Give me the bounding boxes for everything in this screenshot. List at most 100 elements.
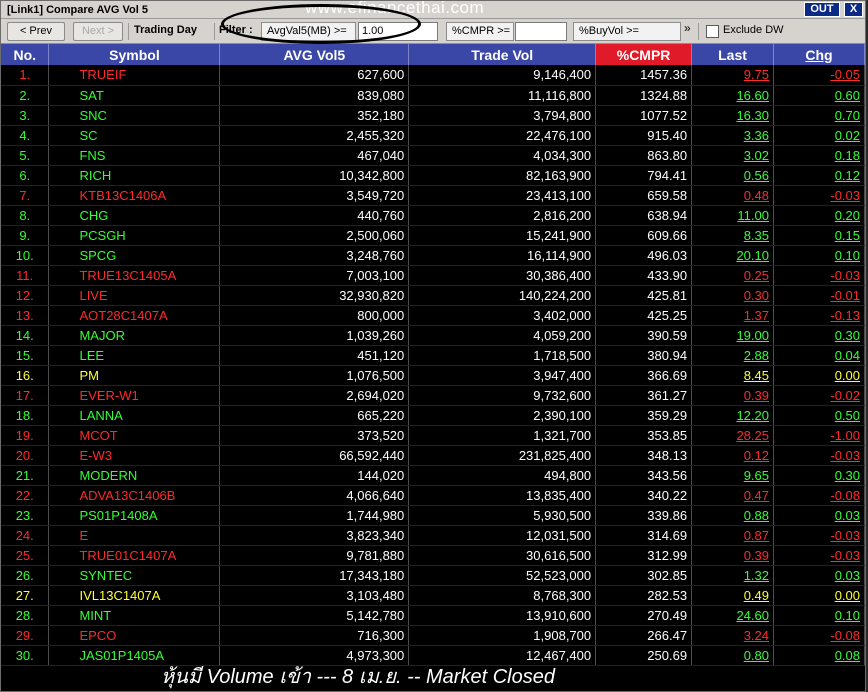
row-last[interactable]: 2.88 [691, 345, 774, 366]
row-chg[interactable]: 0.20 [773, 205, 865, 226]
header-avg-vol5[interactable]: AVG Vol5 [219, 44, 410, 65]
row-last[interactable]: 19.00 [691, 325, 774, 346]
row-symbol[interactable]: KTB13C1406A [48, 185, 221, 206]
table-row[interactable]: 1. TRUEIF 627,600 9,146,400 1457.36 9.75 -0.05 [1, 65, 865, 86]
row-chg[interactable]: -0.08 [773, 625, 865, 646]
table-row[interactable]: 14. MAJOR 1,039,260 4,059,200 390.59 19.00 0.3… [1, 325, 865, 346]
row-chg[interactable]: 0.60 [773, 85, 865, 106]
row-chg[interactable]: 0.08 [773, 645, 865, 666]
table-row[interactable]: 23. PS01P1408A 1,744,980 5,930,500 339.86 0.8… [1, 505, 865, 526]
row-chg[interactable]: 0.04 [773, 345, 865, 366]
row-last[interactable]: 28.25 [691, 425, 774, 446]
row-symbol[interactable]: CHG [48, 205, 221, 226]
table-row[interactable]: 26. SYNTEC 17,343,180 52,523,000 302.85 1.32 0… [1, 565, 865, 586]
row-symbol[interactable]: PM [48, 365, 221, 386]
row-last[interactable]: 16.30 [691, 105, 774, 126]
row-symbol[interactable]: TRUE13C1405A [48, 265, 221, 286]
table-row[interactable]: 21. MODERN 144,020 494,800 343.56 9.65 0.30 [1, 465, 865, 486]
trading-day-label[interactable]: Trading Day [134, 22, 214, 41]
row-last[interactable]: 1.32 [691, 565, 774, 586]
row-symbol[interactable]: EVER-W1 [48, 385, 221, 406]
row-symbol[interactable]: E [48, 525, 221, 546]
table-row[interactable]: 4. SC 2,455,320 22,476,100 915.40 3.36 0.02 [1, 125, 865, 146]
row-last[interactable]: 0.88 [691, 505, 774, 526]
table-row[interactable]: 18. LANNA 665,220 2,390,100 359.29 12.20 0.50 [1, 405, 865, 426]
table-row[interactable]: 11. TRUE13C1405A 7,003,100 30,386,400 433.90… [1, 265, 865, 286]
row-symbol[interactable]: MCOT [48, 425, 221, 446]
row-last[interactable]: 0.30 [691, 285, 774, 306]
row-chg[interactable]: 0.10 [773, 605, 865, 626]
row-symbol[interactable]: IVL13C1407A [48, 585, 221, 606]
header-cmpr[interactable]: %CMPR [595, 44, 693, 65]
row-chg[interactable]: -0.02 [773, 385, 865, 406]
row-chg[interactable]: 0.18 [773, 145, 865, 166]
row-symbol[interactable]: AOT28C1407A [48, 305, 221, 326]
row-last[interactable]: 24.60 [691, 605, 774, 626]
row-last[interactable]: 0.49 [691, 585, 774, 606]
row-last[interactable]: 20.10 [691, 245, 774, 266]
row-last[interactable]: 1.37 [691, 305, 774, 326]
row-last[interactable]: 0.87 [691, 525, 774, 546]
row-symbol[interactable]: SNC [48, 105, 221, 126]
row-last[interactable]: 16.60 [691, 85, 774, 106]
row-chg[interactable]: 0.15 [773, 225, 865, 246]
row-chg[interactable]: 0.10 [773, 245, 865, 266]
row-chg[interactable]: -0.08 [773, 485, 865, 506]
row-last[interactable]: 8.45 [691, 365, 774, 386]
row-symbol[interactable]: LIVE [48, 285, 221, 306]
table-row[interactable]: 13. AOT28C1407A 800,000 3,402,000 425.25 1.37… [1, 305, 865, 326]
row-chg[interactable]: 0.30 [773, 465, 865, 486]
row-chg[interactable]: 0.70 [773, 105, 865, 126]
row-last[interactable]: 3.36 [691, 125, 774, 146]
row-last[interactable]: 12.20 [691, 405, 774, 426]
row-chg[interactable]: -0.03 [773, 525, 865, 546]
row-symbol[interactable]: EPCO [48, 625, 221, 646]
row-symbol[interactable]: SC [48, 125, 221, 146]
row-last[interactable]: 8.35 [691, 225, 774, 246]
table-row[interactable]: 22. ADVA13C1406B 4,066,640 13,835,400 340.22… [1, 485, 865, 506]
table-row[interactable]: 20. E-W3 66,592,440 231,825,400 348.13 0.12 -0… [1, 445, 865, 466]
row-symbol[interactable]: TRUEIF [48, 65, 221, 86]
exclude-dw-checkbox[interactable] [706, 25, 719, 38]
table-row[interactable]: 5. FNS 467,040 4,034,300 863.80 3.02 0.18 [1, 145, 865, 166]
header-no[interactable]: No. [1, 44, 50, 65]
table-row[interactable]: 15. LEE 451,120 1,718,500 380.94 2.88 0.04 [1, 345, 865, 366]
row-chg[interactable]: -0.05 [773, 65, 865, 86]
table-row[interactable]: 25. TRUE01C1407A 9,781,880 30,616,500 312.99… [1, 545, 865, 566]
row-last[interactable]: 0.12 [691, 445, 774, 466]
row-symbol[interactable]: RICH [48, 165, 221, 186]
next-button[interactable]: Next > [73, 22, 123, 41]
row-symbol[interactable]: LEE [48, 345, 221, 366]
close-button[interactable]: X [844, 2, 863, 17]
header-chg[interactable]: Chg [773, 44, 865, 65]
row-last[interactable]: 11.00 [691, 205, 774, 226]
row-chg[interactable]: 0.00 [773, 585, 865, 606]
row-chg[interactable]: -0.03 [773, 445, 865, 466]
row-symbol[interactable]: PS01P1408A [48, 505, 221, 526]
row-chg[interactable]: 0.12 [773, 165, 865, 186]
table-row[interactable]: 19. MCOT 373,520 1,321,700 353.85 28.25 -1.00 [1, 425, 865, 446]
row-last[interactable]: 0.25 [691, 265, 774, 286]
row-symbol[interactable]: MODERN [48, 465, 221, 486]
table-row[interactable]: 9. PCSGH 2,500,060 15,241,900 609.66 8.35 0.15 [1, 225, 865, 246]
out-button[interactable]: OUT [804, 2, 840, 17]
table-row[interactable]: 6. RICH 10,342,800 82,163,900 794.41 0.56 0.12 [1, 165, 865, 186]
more-options-icon[interactable]: » [684, 22, 694, 41]
row-chg[interactable]: -0.13 [773, 305, 865, 326]
table-row[interactable]: 17. EVER-W1 2,694,020 9,732,600 361.27 0.39 -0… [1, 385, 865, 406]
header-last[interactable]: Last [691, 44, 774, 65]
header-symbol[interactable]: Symbol [48, 44, 221, 65]
row-chg[interactable]: 0.50 [773, 405, 865, 426]
row-chg[interactable]: -0.03 [773, 185, 865, 206]
row-symbol[interactable]: LANNA [48, 405, 221, 426]
cmpr-filter-input[interactable] [515, 22, 567, 41]
table-row[interactable]: 16. PM 1,076,500 3,947,400 366.69 8.45 0.00 [1, 365, 865, 386]
row-symbol[interactable]: PCSGH [48, 225, 221, 246]
row-symbol[interactable]: SAT [48, 85, 221, 106]
row-chg[interactable]: 0.30 [773, 325, 865, 346]
row-last[interactable]: 0.80 [691, 645, 774, 666]
row-chg[interactable]: -1.00 [773, 425, 865, 446]
row-chg[interactable]: -0.01 [773, 285, 865, 306]
row-chg[interactable]: -0.03 [773, 545, 865, 566]
row-chg[interactable]: -0.03 [773, 265, 865, 286]
